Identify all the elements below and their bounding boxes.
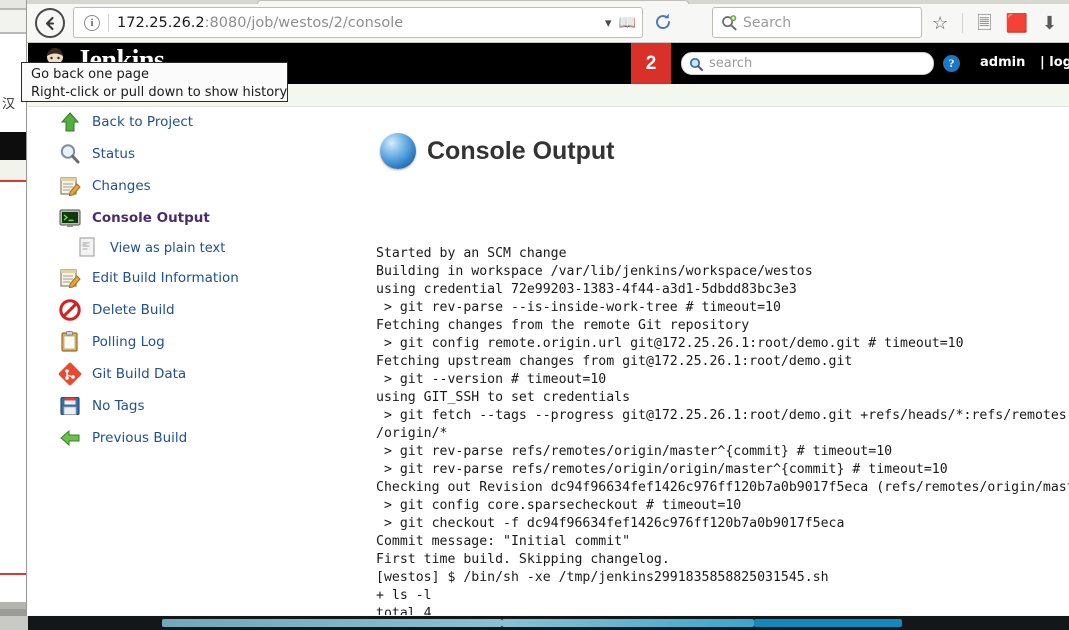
reload-icon: [656, 13, 671, 30]
build-number-badge[interactable]: 2: [631, 43, 671, 84]
background-cjk-text: 汉: [2, 97, 16, 112]
back-button-tooltip: Go back one page Right-click or pull dow…: [21, 62, 288, 102]
sidebar-item-label: Edit Build Information: [92, 270, 239, 286]
jenkins-page: Jenkins 2 search ? admin | log Back to P…: [28, 43, 1069, 615]
console-line: + ls -l: [376, 588, 432, 603]
console-line: /origin/*: [376, 426, 448, 441]
help-icon[interactable]: ?: [943, 55, 960, 72]
console-line: using GIT_SSH to set credentials: [376, 390, 639, 405]
tooltip-line-1: Go back one page: [31, 67, 149, 82]
console-line: [westos] $ /bin/sh -xe /tmp/jenkins29918…: [376, 570, 829, 585]
back-arrow-icon: [45, 16, 54, 30]
taskbar-window-button[interactable]: [754, 619, 902, 627]
chevron-down-icon[interactable]: ▾: [605, 15, 612, 31]
sidebar-item-label: Delete Build: [92, 302, 175, 318]
git-diamond-icon: [58, 362, 82, 386]
sidebar-item-edit-build-information[interactable]: Edit Build Information: [28, 262, 348, 294]
info-icon[interactable]: i: [84, 14, 100, 31]
console-line: > git config remote.origin.url git@172.2…: [376, 336, 964, 351]
screen: 汉 i 172.25.26.2:8080/job/westos/2/consol…: [0, 0, 1069, 630]
desktop-taskbar[interactable]: [0, 616, 1069, 630]
sidebar-item-label: Previous Build: [92, 430, 188, 446]
browser-search-box[interactable]: Search: [712, 7, 922, 38]
pocket-icon[interactable]: 🟥: [1006, 14, 1028, 32]
jenkins-search-placeholder: search: [709, 56, 753, 71]
url-path: :8080/job/westos/2/console: [204, 14, 404, 31]
browser-toolbar-icons: ☆ 🗏 🟥 ⬇ 🏠: [932, 11, 1069, 35]
download-arrow-icon[interactable]: ⬇: [1042, 14, 1057, 32]
sidebar-item-view-as-plain-text[interactable]: View as plain text: [28, 234, 348, 262]
taskbar-window-button[interactable]: [502, 619, 754, 627]
sidebar-item-label: Console Output: [92, 210, 210, 226]
sidebar-item-back-to-project[interactable]: Back to Project: [28, 106, 348, 138]
console-line: > git config core.sparsecheckout # timeo…: [376, 498, 742, 513]
address-bar[interactable]: i 172.25.26.2:8080/job/westos/2/console …: [73, 7, 643, 38]
console-output-text: Started by an SCM change Building in work…: [376, 245, 1069, 615]
sidebar-item-label: Status: [92, 146, 136, 162]
sidebar-item-git-build-data[interactable]: Git Build Data: [28, 358, 348, 390]
console-line: > git rev-parse refs/remotes/origin/orig…: [376, 462, 948, 477]
sidebar-item-label: Changes: [92, 178, 151, 194]
sidebar-item-no-tags[interactable]: No Tags: [28, 390, 348, 422]
console-line: Checking out Revision dc94f96634fef1426c…: [376, 480, 1069, 495]
taskbar-window-button[interactable]: [162, 619, 502, 627]
sidebar-item-delete-build[interactable]: Delete Build: [28, 294, 348, 326]
console-line: First time build. Skipping changelog.: [376, 552, 670, 567]
document-icon: [76, 236, 100, 260]
back-button[interactable]: [35, 8, 65, 38]
sidebar-item-label: View as plain text: [110, 240, 226, 256]
terminal-icon: [58, 206, 82, 230]
sidebar-item-changes[interactable]: Changes: [28, 170, 348, 202]
taskbar-left-block: [0, 616, 28, 630]
console-line: Commit message: "Initial commit": [376, 534, 631, 549]
sidebar-item-status[interactable]: Status: [28, 138, 348, 170]
page-title: Console Output: [427, 136, 615, 165]
sidebar-item-label: Git Build Data: [92, 366, 187, 382]
up-arrow-green-icon: [58, 110, 82, 134]
star-icon[interactable]: ☆: [932, 14, 948, 32]
jenkins-search-box[interactable]: search: [681, 52, 934, 75]
console-line: Fetching changes from the remote Git rep…: [376, 318, 750, 333]
console-line: > git fetch --tags --progress git@172.25…: [376, 408, 1067, 423]
console-line: > git --version # timeout=10: [376, 372, 607, 387]
console-line: Started by an SCM change: [376, 246, 567, 261]
search-icon: [721, 14, 738, 31]
url-host: 172.25.26.2: [117, 14, 205, 31]
left-arrow-green-icon: [58, 426, 82, 450]
tooltip-line-2: Right-click or pull down to show history: [31, 85, 288, 100]
console-line: using credential 72e99203-1383-4f44-a3d1…: [376, 282, 797, 297]
console-line: > git rev-parse refs/remotes/origin/mast…: [376, 444, 893, 459]
notepad-pencil-icon: [58, 266, 82, 290]
clipboard-icon: [58, 330, 82, 354]
console-line: > git checkout -f dc94f96634fef1426c976f…: [376, 516, 845, 531]
console-line: total 4: [376, 606, 432, 615]
console-line: Building in workspace /var/lib/jenkins/w…: [376, 264, 813, 279]
sidebar-item-console-output[interactable]: Console Output: [28, 202, 348, 234]
console-line: Fetching upstream changes from git@172.2…: [376, 354, 853, 369]
logout-link[interactable]: | log: [1040, 55, 1069, 70]
sidebar: Back to Project Status Changes Console O…: [28, 106, 348, 454]
console-line: > git rev-parse --is-inside-work-tree # …: [376, 300, 781, 315]
no-entry-icon: [58, 298, 82, 322]
blue-ball-icon: [380, 133, 416, 169]
notepad-pencil-icon: [58, 174, 82, 198]
sidebar-item-previous-build[interactable]: Previous Build: [28, 422, 348, 454]
sidebar-item-label: Polling Log: [92, 334, 165, 350]
current-user-label[interactable]: admin: [980, 55, 1025, 70]
library-icon[interactable]: 🗏: [977, 14, 991, 32]
url-text: 172.25.26.2:8080/job/westos/2/console: [117, 15, 403, 31]
console-output-heading: Console Output: [380, 133, 614, 169]
reload-button[interactable]: [652, 12, 674, 34]
search-icon: [689, 57, 704, 71]
sidebar-item-label: Back to Project: [92, 114, 194, 130]
browser-navigation-bar: i 172.25.26.2:8080/job/westos/2/console …: [27, 4, 1069, 43]
sidebar-item-polling-log[interactable]: Polling Log: [28, 326, 348, 358]
sidebar-item-label: No Tags: [92, 398, 145, 414]
floppy-disk-icon: [58, 394, 82, 418]
reader-view-icon[interactable]: 📖: [619, 14, 636, 31]
magnifier-icon: [58, 142, 82, 166]
browser-search-placeholder: Search: [743, 14, 792, 31]
